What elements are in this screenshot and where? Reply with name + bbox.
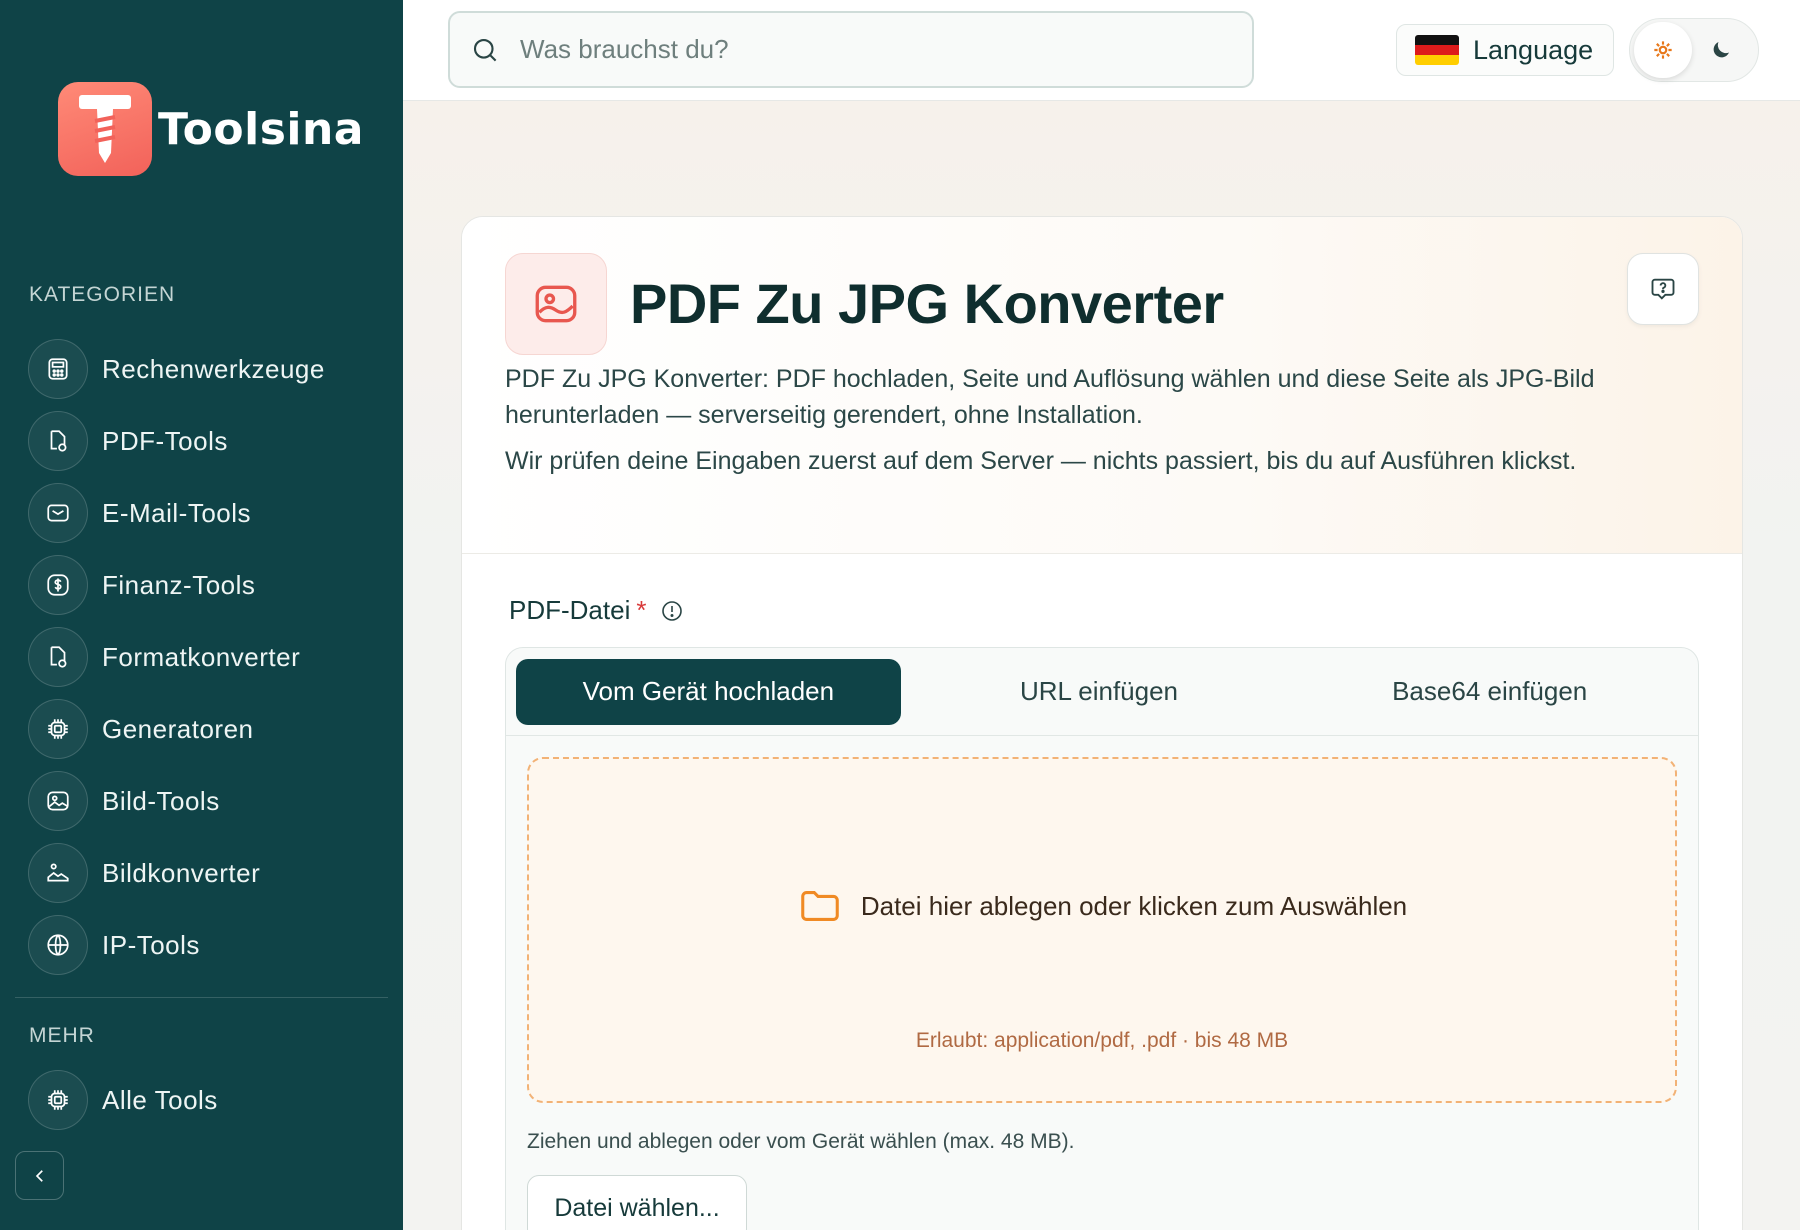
sidebar-item-bildkonverter[interactable]: Bildkonverter bbox=[28, 837, 378, 909]
toolsina-logo-icon bbox=[58, 82, 152, 176]
sidebar-item-ip-tools[interactable]: IP-Tools bbox=[28, 909, 378, 981]
upload-tabs: Vom Gerät hochladen URL einfügen Base64 … bbox=[506, 648, 1698, 736]
sidebar-item-pdf-tools[interactable]: PDF-Tools bbox=[28, 405, 378, 477]
german-flag-icon bbox=[1415, 35, 1459, 65]
tab-upload-device[interactable]: Vom Gerät hochladen bbox=[516, 658, 901, 725]
file-dropzone[interactable]: Datei hier ablegen oder klicken zum Ausw… bbox=[527, 757, 1677, 1103]
page-title: PDF Zu JPG Konverter bbox=[630, 272, 1224, 335]
mail-icon bbox=[28, 483, 88, 543]
allowed-types-text: Erlaubt: application/pdf, .pdf · bis 48 … bbox=[915, 1029, 1289, 1052]
field-label-text: PDF-Datei bbox=[509, 595, 631, 625]
sidebar-item-finanz-tools[interactable]: Finanz-Tools bbox=[28, 549, 378, 621]
category-nav: Rechenwerkzeuge PDF-Tools E-Mail-Tools F… bbox=[28, 333, 378, 981]
dropzone-text: Datei hier ablegen oder klicken zum Ausw… bbox=[860, 890, 1408, 921]
sidebar-item-label: Formatkonverter bbox=[102, 641, 301, 672]
chevron-left-icon bbox=[35, 1169, 43, 1182]
sidebar-item-alle-tools[interactable]: Alle Tools bbox=[28, 1064, 378, 1136]
sidebar-item-formatkonverter[interactable]: Formatkonverter bbox=[28, 621, 378, 693]
sidebar-item-label: PDF-Tools bbox=[102, 425, 228, 456]
language-button[interactable]: Language bbox=[1396, 24, 1614, 76]
sidebar-item-label: Finanz-Tools bbox=[102, 569, 256, 600]
sidebar-item-label: Rechenwerkzeuge bbox=[102, 353, 325, 384]
theme-toggle[interactable] bbox=[1629, 18, 1759, 82]
sidebar-item-label: Generatoren bbox=[102, 713, 254, 744]
tool-note: Wir prüfen deine Eingaben zuerst auf dem… bbox=[505, 447, 1577, 475]
brand-name: Toolsina bbox=[158, 103, 364, 155]
categories-heading: KATEGORIEN bbox=[29, 283, 176, 306]
choose-file-button[interactable]: Datei wählen... bbox=[527, 1175, 747, 1230]
chip-icon bbox=[28, 1070, 88, 1130]
more-heading: MEHR bbox=[29, 1024, 95, 1047]
tool-description: PDF Zu JPG Konverter: PDF hochladen, Sei… bbox=[505, 365, 1595, 429]
chip-icon bbox=[28, 699, 88, 759]
info-icon[interactable] bbox=[660, 599, 684, 623]
upload-panel: Vom Gerät hochladen URL einfügen Base64 … bbox=[505, 647, 1699, 1230]
sun-icon bbox=[1654, 41, 1672, 59]
sidebar-item-label: Bildkonverter bbox=[102, 857, 261, 888]
dark-theme-button[interactable] bbox=[1692, 22, 1750, 78]
help-button[interactable] bbox=[1627, 253, 1699, 325]
moon-icon bbox=[1713, 42, 1729, 58]
sidebar-item-label: E-Mail-Tools bbox=[102, 497, 252, 528]
topbar: Language bbox=[403, 0, 1800, 101]
sidebar-item-rechenwerkzeuge[interactable]: Rechenwerkzeuge bbox=[28, 333, 378, 405]
convert-icon bbox=[28, 627, 88, 687]
pdf-icon bbox=[28, 411, 88, 471]
sidebar-item-generatoren[interactable]: Generatoren bbox=[28, 693, 378, 765]
more-nav: Alle Tools bbox=[28, 1064, 378, 1136]
dropzone-message: Datei hier ablegen oder klicken zum Ausw… bbox=[529, 883, 1675, 929]
image-icon bbox=[28, 771, 88, 831]
tab-paste-url[interactable]: URL einfügen bbox=[907, 659, 1292, 725]
brand-logo[interactable]: Toolsina bbox=[58, 82, 364, 176]
help-chat-icon bbox=[1651, 278, 1675, 300]
pdf-file-label: PDF-Datei * bbox=[509, 595, 684, 626]
sidebar-item-label: IP-Tools bbox=[102, 929, 200, 960]
calculator-icon bbox=[28, 339, 88, 399]
collapse-sidebar-button[interactable] bbox=[15, 1151, 64, 1200]
search-input[interactable] bbox=[520, 34, 1220, 65]
sidebar-item-label: Alle Tools bbox=[102, 1084, 218, 1115]
folder-icon bbox=[801, 891, 839, 921]
tool-header: PDF Zu JPG Konverter PDF Zu JPG Konverte… bbox=[462, 217, 1742, 554]
globe-icon bbox=[28, 915, 88, 975]
sidebar-item-bild-tools[interactable]: Bild-Tools bbox=[28, 765, 378, 837]
required-mark: * bbox=[636, 595, 647, 625]
sidebar: Toolsina KATEGORIEN Rechenwerkzeuge PDF-… bbox=[0, 0, 403, 1230]
search-icon bbox=[473, 38, 497, 61]
sidebar-item-email-tools[interactable]: E-Mail-Tools bbox=[28, 477, 378, 549]
sidebar-divider bbox=[15, 997, 388, 998]
tool-card: PDF Zu JPG Konverter PDF Zu JPG Konverte… bbox=[461, 216, 1743, 1230]
light-theme-button[interactable] bbox=[1634, 22, 1692, 78]
search-bar[interactable] bbox=[448, 11, 1254, 88]
dollar-icon bbox=[28, 555, 88, 615]
tab-paste-base64[interactable]: Base64 einfügen bbox=[1297, 659, 1682, 725]
image-icon bbox=[505, 253, 607, 355]
language-label: Language bbox=[1473, 34, 1594, 65]
image-convert-icon bbox=[28, 843, 88, 903]
sidebar-item-label: Bild-Tools bbox=[102, 785, 220, 816]
upload-hint: Ziehen und ablegen oder vom Gerät wählen… bbox=[527, 1130, 1075, 1153]
